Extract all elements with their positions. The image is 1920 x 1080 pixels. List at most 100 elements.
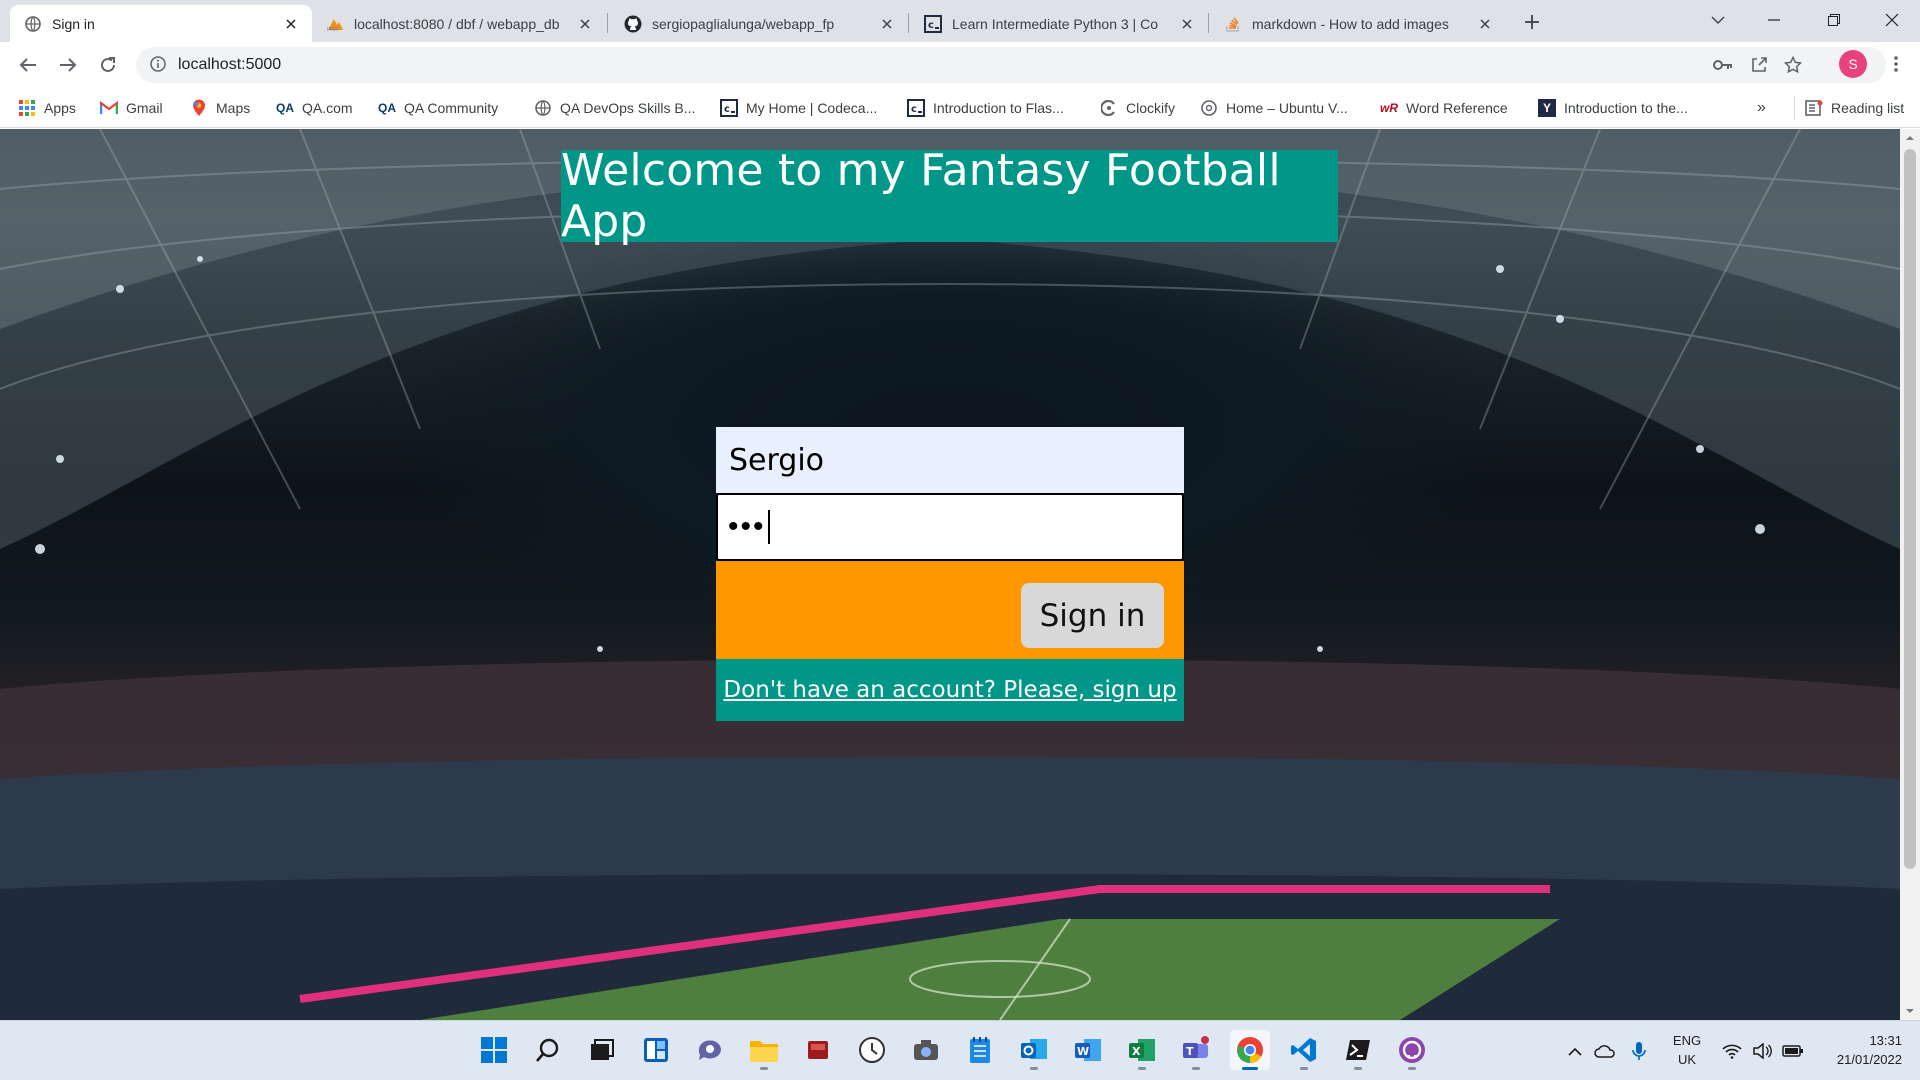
bookmark-introduction[interactable]: Y Introduction to the... (1538, 96, 1688, 120)
tab-title: sergiopaglialunga/webapp_fp (652, 15, 835, 32)
tab-separator (607, 13, 608, 33)
widgets-icon[interactable] (636, 1030, 676, 1070)
bookmark-label: Introduction to Flas... (933, 100, 1064, 116)
bookmark-label: QA.com (302, 100, 353, 116)
notepad-icon[interactable] (960, 1030, 1000, 1070)
forward-button[interactable] (52, 49, 84, 81)
word-icon[interactable]: W (1068, 1030, 1108, 1070)
tray-overflow-icon[interactable] (1562, 1021, 1588, 1080)
search-icon[interactable] (528, 1030, 568, 1070)
bookmark-qa-community[interactable]: QA QA Community (378, 96, 498, 120)
clockify-icon (1100, 99, 1118, 117)
new-tab-button[interactable] (1518, 8, 1546, 36)
volume-icon[interactable] (1748, 1021, 1776, 1080)
back-button[interactable] (12, 49, 44, 81)
restore-button[interactable] (1806, 0, 1862, 40)
close-window-button[interactable] (1864, 0, 1920, 40)
reload-button[interactable] (92, 49, 124, 81)
close-icon[interactable] (1178, 15, 1196, 33)
scrollbar-thumb[interactable] (1904, 149, 1916, 869)
svg-text:PMA: PMA (327, 27, 338, 32)
maps-icon (190, 99, 208, 117)
profile-avatar[interactable]: S (1839, 50, 1867, 78)
close-icon[interactable] (878, 15, 896, 33)
reading-list-icon (1805, 99, 1823, 117)
address-bar[interactable]: localhost:5000 (136, 47, 1886, 83)
system-clock[interactable]: 13:31 21/01/2022 (1812, 1031, 1902, 1069)
tab-title: localhost:8080 / dbf / webapp_db (354, 15, 560, 32)
signup-row: Don't have an account? Please, sign up (716, 659, 1184, 721)
excel-icon[interactable]: X (1122, 1030, 1162, 1070)
phpmyadmin-icon: PMA (326, 15, 344, 33)
sign-in-button[interactable]: Sign in (1021, 583, 1164, 648)
language-indicator[interactable]: ENG UK (1664, 1031, 1710, 1069)
qa-icon: QA (276, 101, 294, 115)
tab-codecademy[interactable]: c Learn Intermediate Python 3 | Co (910, 5, 1208, 42)
close-icon[interactable] (576, 15, 594, 33)
minimize-button[interactable] (1746, 0, 1802, 40)
clock-app-icon[interactable] (852, 1030, 892, 1070)
bookmark-qa-devops[interactable]: QA DevOps Skills B... (534, 96, 695, 120)
task-view-icon[interactable] (582, 1030, 622, 1070)
camera-icon[interactable] (906, 1030, 946, 1070)
battery-icon[interactable] (1778, 1021, 1808, 1080)
bookmark-ubuntu[interactable]: Home – Ubuntu V... (1200, 96, 1348, 120)
terminal-icon[interactable] (1338, 1030, 1378, 1070)
page-scrollbar[interactable] (1900, 129, 1920, 1020)
info-icon[interactable] (150, 55, 166, 75)
close-icon[interactable] (1476, 15, 1494, 33)
tab-stackoverflow[interactable]: markdown - How to add images (1210, 5, 1506, 42)
bookmark-codecademy-home[interactable]: c My Home | Codeca... (720, 96, 877, 120)
onedrive-icon[interactable] (1590, 1021, 1620, 1080)
teams-icon[interactable]: T (1176, 1030, 1216, 1070)
gmail-icon (100, 99, 118, 117)
chrome-icon[interactable] (1230, 1030, 1270, 1070)
bookmark-word-reference[interactable]: wR Word Reference (1380, 96, 1508, 120)
file-explorer-icon[interactable] (744, 1030, 784, 1070)
bookmark-star-icon[interactable] (1778, 47, 1808, 83)
github-desktop-icon[interactable] (1392, 1030, 1432, 1070)
chat-icon[interactable] (690, 1030, 730, 1070)
wifi-icon[interactable] (1718, 1021, 1746, 1080)
key-icon[interactable] (1708, 47, 1738, 83)
url-text: localhost:5000 (178, 56, 282, 73)
username-field[interactable]: Sergio (716, 427, 1184, 493)
tab-search-button[interactable] (1690, 0, 1746, 40)
tab-title: Learn Intermediate Python 3 | Co (952, 15, 1158, 32)
close-icon[interactable] (282, 15, 300, 33)
svg-text:c: c (724, 104, 730, 115)
share-icon[interactable] (1744, 47, 1774, 83)
tab-github[interactable]: sergiopaglialunga/webapp_fp (610, 5, 908, 42)
bookmark-label: Reading list (1831, 100, 1905, 116)
password-field[interactable]: ••• (716, 493, 1184, 561)
scroll-down-icon[interactable] (1900, 1004, 1920, 1018)
tab-title: Sign in (52, 15, 95, 32)
bookmark-intro-flask[interactable]: c Introduction to Flas... (907, 96, 1064, 120)
vscode-icon[interactable] (1284, 1030, 1324, 1070)
bookmark-maps[interactable]: Maps (190, 96, 250, 120)
tab-sign-in[interactable]: Sign in (10, 5, 312, 42)
signup-link[interactable]: Don't have an account? Please, sign up (723, 677, 1176, 703)
bookmarks-bar: Apps Gmail Maps QA QA.com QA QA Communit… (0, 88, 1920, 128)
reading-list-button[interactable]: Reading list (1794, 96, 1904, 120)
menu-dots-icon[interactable] (1882, 50, 1910, 78)
wordreference-icon: wR (1380, 101, 1398, 115)
bookmark-qa-com[interactable]: QA QA.com (276, 96, 353, 120)
outlook-icon[interactable] (1014, 1030, 1054, 1070)
bookmark-gmail[interactable]: Gmail (100, 96, 163, 120)
bookmark-label: My Home | Codeca... (746, 100, 878, 116)
clock-time: 13:31 (1869, 1033, 1902, 1048)
bookmark-apps[interactable]: Apps (18, 96, 76, 120)
bookmark-clockify[interactable]: Clockify (1100, 96, 1175, 120)
app-red-icon[interactable] (798, 1030, 838, 1070)
windows-start-icon[interactable] (474, 1030, 514, 1070)
text-caret (767, 510, 770, 544)
globe-icon (24, 15, 42, 33)
keyboard-layout: UK (1677, 1052, 1697, 1067)
tab-phpmyadmin[interactable]: PMA localhost:8080 / dbf / webapp_db (312, 5, 606, 42)
microphone-icon[interactable] (1624, 1021, 1654, 1080)
bookmarks-overflow-button[interactable]: » (1757, 96, 1766, 120)
scroll-up-icon[interactable] (1900, 131, 1920, 145)
svg-text:W: W (1077, 1045, 1089, 1058)
globe-icon (534, 99, 552, 117)
